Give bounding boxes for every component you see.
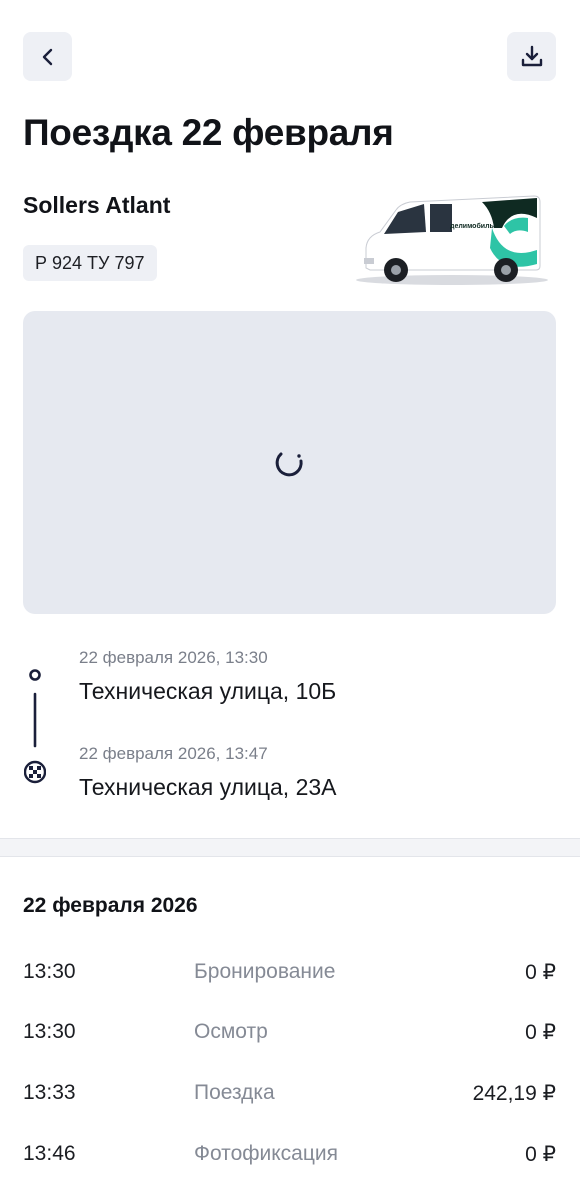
history-row: 13:30 Осмотр 0 ₽: [0, 1020, 580, 1050]
route-timeline: [24, 669, 46, 784]
history-row-time: 13:33: [23, 1081, 76, 1104]
start-point-icon: [29, 669, 41, 681]
history-row-price: 242,19 ₽: [472, 1082, 556, 1105]
history-row-price: 0 ₽: [525, 1021, 556, 1044]
start-address: Техническая улица, 10Б: [79, 678, 337, 704]
chevron-left-icon: [42, 48, 52, 65]
history-row-event: Бронирование: [194, 960, 336, 983]
history-row-time: 13:30: [23, 960, 76, 983]
history-row: 13:46 Фотофиксация 0 ₽: [0, 1142, 580, 1172]
start-time: 22 февраля 2026, 13:30: [79, 648, 268, 667]
section-divider: [0, 838, 580, 857]
history-date: 22 февраля 2026: [23, 894, 198, 917]
van-brand-text: делимобиль: [450, 222, 495, 230]
download-button[interactable]: [507, 32, 556, 81]
route-summary: 22 февраля 2026, 13:30 Техническая улица…: [0, 640, 580, 820]
history-row-time: 13:46: [23, 1142, 76, 1165]
history-row-price: 0 ₽: [525, 961, 556, 984]
back-button[interactable]: [23, 32, 72, 81]
route-map[interactable]: [23, 311, 556, 614]
van-illustration: делимобиль: [356, 195, 548, 285]
vehicle-model: Sollers Atlant: [23, 192, 171, 218]
loading-spinner-icon: [275, 452, 303, 477]
history-row: 13:30 Бронирование 0 ₽: [0, 960, 580, 990]
history-row: 13:33 Поездка 242,19 ₽: [0, 1081, 580, 1111]
history-row-event: Фотофиксация: [194, 1142, 338, 1165]
history-row-time: 13:30: [23, 1020, 76, 1043]
page-title: Поездка 22 февраля: [23, 112, 394, 153]
history-row-event: Осмотр: [194, 1020, 268, 1043]
license-plate-badge: Р 924 ТУ 797: [23, 245, 157, 281]
end-time: 22 февраля 2026, 13:47: [79, 744, 268, 763]
end-address: Техническая улица, 23А: [79, 774, 337, 800]
history-row-price: 0 ₽: [525, 1143, 556, 1166]
download-icon: [521, 45, 542, 66]
history-row-event: Поездка: [194, 1081, 275, 1104]
